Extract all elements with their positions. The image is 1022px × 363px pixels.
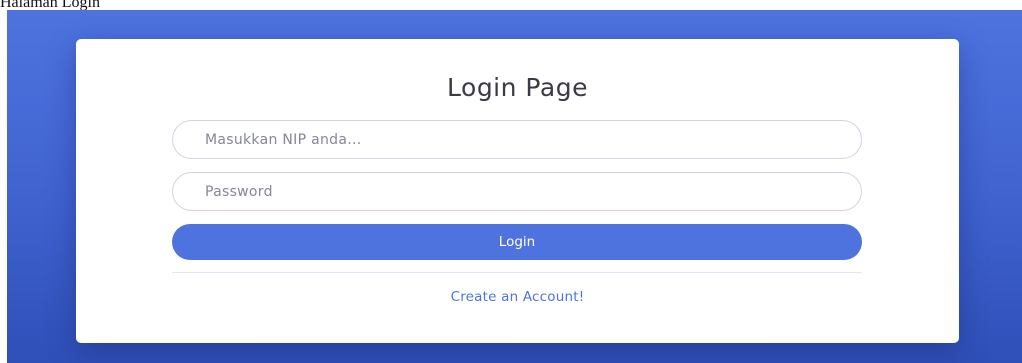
password-input[interactable] bbox=[172, 172, 862, 211]
login-screen-background: Login Page Login Create an Account! bbox=[7, 10, 1022, 363]
nip-input[interactable] bbox=[172, 120, 862, 159]
login-button[interactable]: Login bbox=[172, 224, 862, 260]
create-account-link[interactable]: Create an Account! bbox=[76, 288, 959, 306]
divider bbox=[172, 272, 862, 273]
page-title: Login Page bbox=[447, 73, 588, 102]
login-card: Login Page Login Create an Account! bbox=[76, 39, 959, 343]
